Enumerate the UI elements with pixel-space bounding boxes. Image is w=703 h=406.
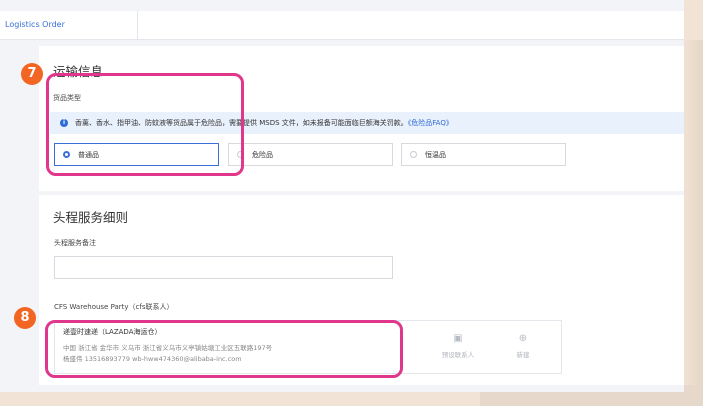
head-service-remarks-input[interactable] bbox=[54, 256, 393, 279]
contact-card-icon: ▣ bbox=[453, 333, 463, 344]
cargo-option-label: 危险品 bbox=[252, 151, 273, 159]
new-contact-button[interactable]: ⊕ 新建 bbox=[498, 333, 548, 359]
highlight-box-step-7 bbox=[46, 73, 244, 176]
radio-unchecked-icon bbox=[410, 151, 417, 158]
tab-bar: Logistics Order bbox=[0, 11, 684, 40]
tab-logistics-order[interactable]: Logistics Order bbox=[0, 11, 138, 39]
cargo-option-label: 恒温品 bbox=[425, 151, 446, 159]
cfs-party-label: CFS Warehouse Party（cfs联系人） bbox=[54, 303, 174, 311]
cargo-option-dangerous[interactable]: 危险品 bbox=[228, 143, 393, 166]
head-service-title: 头程服务细则 bbox=[53, 210, 129, 225]
preset-contact-button[interactable]: ▣ 预设联系人 bbox=[433, 333, 483, 359]
step-badge-8: 8 bbox=[14, 307, 36, 329]
dangerous-goods-faq-link[interactable]: 《危险品FAQ》 bbox=[408, 119, 453, 127]
background-edge bbox=[681, 40, 703, 385]
cargo-option-temperature[interactable]: 恒温品 bbox=[401, 143, 566, 166]
step-badge-7: 7 bbox=[21, 63, 43, 85]
app-window: Logistics Order 运输信息 货品类型 i 香薰、香水、指甲油、防蚊… bbox=[0, 0, 684, 392]
highlight-box-step-8 bbox=[45, 320, 403, 378]
plus-circle-icon: ⊕ bbox=[518, 333, 528, 344]
head-service-remarks-label: 头程服务备注 bbox=[54, 239, 96, 247]
